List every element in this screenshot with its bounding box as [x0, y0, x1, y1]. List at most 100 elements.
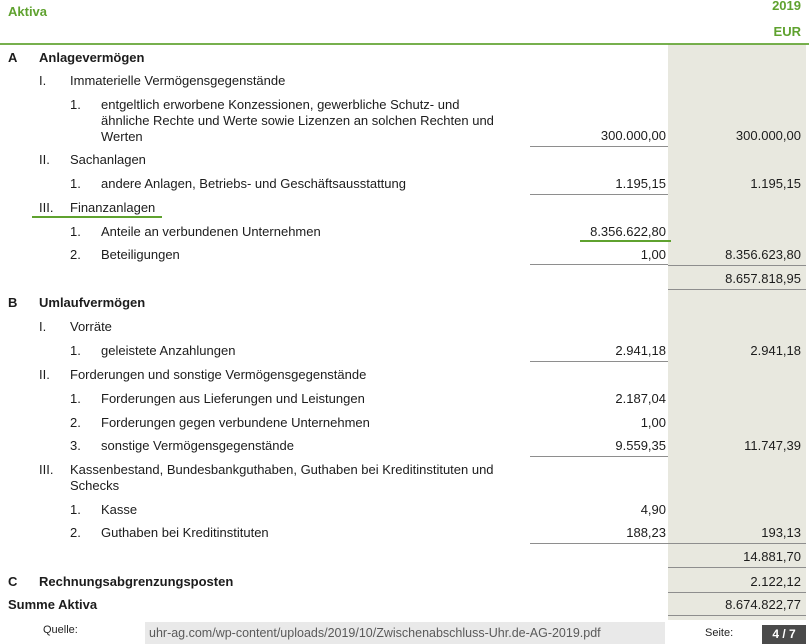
line-item: 2. Guthaben bei Kreditinstituten 188,23 …: [0, 525, 809, 541]
line-item: 3. sonstige Vermögensgegenstände 9.559,3…: [0, 438, 809, 454]
group-subtotal: 2.941,18: [750, 343, 801, 358]
currency-header: EUR: [773, 24, 801, 39]
line-item: 1. entgeltlich erworbene Konzessionen, g…: [0, 97, 809, 145]
group-subtotal: 11.747,39: [744, 438, 801, 453]
value-rule: [530, 456, 668, 457]
value-rule: [530, 146, 668, 147]
item-label-line: Werten: [101, 129, 143, 144]
balance-sheet-page: Aktiva 2019 EUR A Anlagevermögen I. Imma…: [0, 0, 809, 644]
group-label: Sachanlagen: [70, 152, 146, 167]
summary-row: Summe Aktiva 8.674.822,77: [0, 597, 809, 613]
total-rule: [668, 265, 806, 266]
group-subtotal: 8.356.623,80: [725, 247, 801, 262]
section-a-heading: A Anlagevermögen: [0, 50, 809, 66]
item-label: Beteiligungen: [101, 247, 180, 262]
section-letter: C: [8, 574, 18, 589]
item-value: 4,90: [640, 502, 666, 517]
group-subtotal: 193,13: [761, 525, 801, 540]
source-label: Quelle:: [43, 624, 78, 636]
group-label: Vorräte: [70, 319, 112, 334]
item-number: 1.: [70, 343, 81, 358]
group-heading: II. Forderungen und sonstige Vermögensge…: [0, 367, 809, 383]
value-rule: [530, 264, 668, 265]
section-total-row: 14.881,70: [0, 549, 809, 565]
item-value: 9.559,35: [615, 438, 666, 453]
line-item: 1. andere Anlagen, Betriebs- und Geschäf…: [0, 176, 809, 192]
line-item: 2. Beteiligungen 1,00 8.356.623,80: [0, 247, 809, 263]
item-label: Guthaben bei Kreditinstituten: [101, 525, 269, 540]
section-total-row: 8.657.818,95: [0, 271, 809, 287]
item-value: 8.356.622,80: [590, 224, 666, 239]
item-value: 188,23: [626, 525, 666, 540]
group-label-line: Schecks: [70, 478, 120, 493]
item-number: 2.: [70, 415, 81, 430]
group-label: Immaterielle Vermögensgegenstände: [70, 73, 286, 88]
section-total: 2.122,12: [750, 574, 801, 589]
item-number: 1.: [70, 97, 81, 112]
total-rule: [668, 289, 806, 290]
value-rule: [530, 361, 668, 362]
group-numeral: II.: [39, 152, 50, 167]
section-total: 8.657.818,95: [725, 271, 801, 286]
total-rule: [668, 592, 806, 593]
header-divider: [0, 43, 809, 45]
item-number: 2.: [70, 525, 81, 540]
line-item: 1. Kasse 4,90: [0, 502, 809, 518]
item-label: Kasse: [101, 502, 138, 517]
item-label-line: entgeltlich erworbene Konzessionen, gewe…: [101, 97, 460, 112]
group-heading: III. Finanzanlagen: [0, 200, 809, 216]
section-b-heading: B Umlaufvermögen: [0, 295, 809, 311]
section-label: Umlaufvermögen: [39, 295, 146, 310]
group-numeral: I.: [39, 73, 47, 88]
group-label: Forderungen und sonstige Vermögensgegens…: [70, 367, 367, 382]
summary-total: 8.674.822,77: [725, 597, 801, 612]
item-label: entgeltlich erworbene Konzessionen, gewe…: [101, 97, 494, 145]
item-number: 1.: [70, 391, 81, 406]
group-numeral: III.: [39, 462, 54, 477]
group-heading: II. Sachanlagen: [0, 152, 809, 168]
group-numeral: I.: [39, 319, 47, 334]
line-item: 1. geleistete Anzahlungen 2.941,18 2.941…: [0, 343, 809, 359]
total-rule: [668, 567, 806, 568]
line-item: 1. Forderungen aus Lieferungen und Leist…: [0, 391, 809, 407]
value-rule: [530, 194, 668, 195]
group-subtotal: 1.195,15: [750, 176, 801, 191]
item-label: Anteile an verbundenen Unternehmen: [101, 224, 321, 239]
section-c-heading: C Rechnungsabgrenzungsposten 2.122,12: [0, 574, 809, 590]
item-label: Forderungen aus Lieferungen und Leistung…: [101, 391, 365, 406]
item-value: 1,00: [640, 247, 666, 262]
group-label: Kassenbestand, Bundesbankguthaben, Gutha…: [70, 462, 494, 494]
group-subtotal: 300.000,00: [735, 128, 801, 143]
item-label: sonstige Vermögensgegenstände: [101, 438, 294, 453]
total-rule: [668, 615, 806, 616]
item-number: 1.: [70, 224, 81, 239]
item-label: geleistete Anzahlungen: [101, 343, 236, 358]
group-heading: III. Kassenbestand, Bundesbankguthaben, …: [0, 462, 809, 494]
item-value: 2.941,18: [615, 343, 666, 358]
year-header: 2019: [772, 0, 801, 13]
page-label: Seite:: [705, 627, 734, 639]
item-value: 2.187,04: [615, 391, 666, 406]
item-number: 1.: [70, 176, 81, 191]
group-heading: I. Immaterielle Vermögensgegenstände: [0, 73, 809, 89]
group-label-line: Kassenbestand, Bundesbankguthaben, Gutha…: [70, 462, 494, 477]
source-url-link[interactable]: uhr-ag.com/wp-content/uploads/2019/10/Zw…: [145, 622, 665, 644]
group-label: Finanzanlagen: [70, 200, 156, 215]
item-value: 1.195,15: [615, 176, 666, 191]
section-total: 14.881,70: [743, 549, 801, 564]
total-rule: [668, 543, 806, 544]
section-label: Anlagevermögen: [39, 50, 145, 65]
summary-label: Summe Aktiva: [8, 597, 98, 612]
line-item: 1. Anteile an verbundenen Unternehmen 8.…: [0, 224, 809, 240]
value-rule: [530, 543, 668, 544]
item-value: 1,00: [640, 415, 666, 430]
group-numeral: III.: [39, 200, 54, 215]
group-numeral: II.: [39, 367, 50, 382]
highlight-underline: [580, 240, 671, 242]
item-label: andere Anlagen, Betriebs- und Geschäftsa…: [101, 176, 406, 191]
section-label: Rechnungsabgrenzungsposten: [39, 574, 234, 589]
group-heading: I. Vorräte: [0, 319, 809, 335]
page-title: Aktiva: [8, 4, 48, 19]
line-item: 2. Forderungen gegen verbundene Unterneh…: [0, 415, 809, 431]
item-value: 300.000,00: [600, 128, 666, 143]
